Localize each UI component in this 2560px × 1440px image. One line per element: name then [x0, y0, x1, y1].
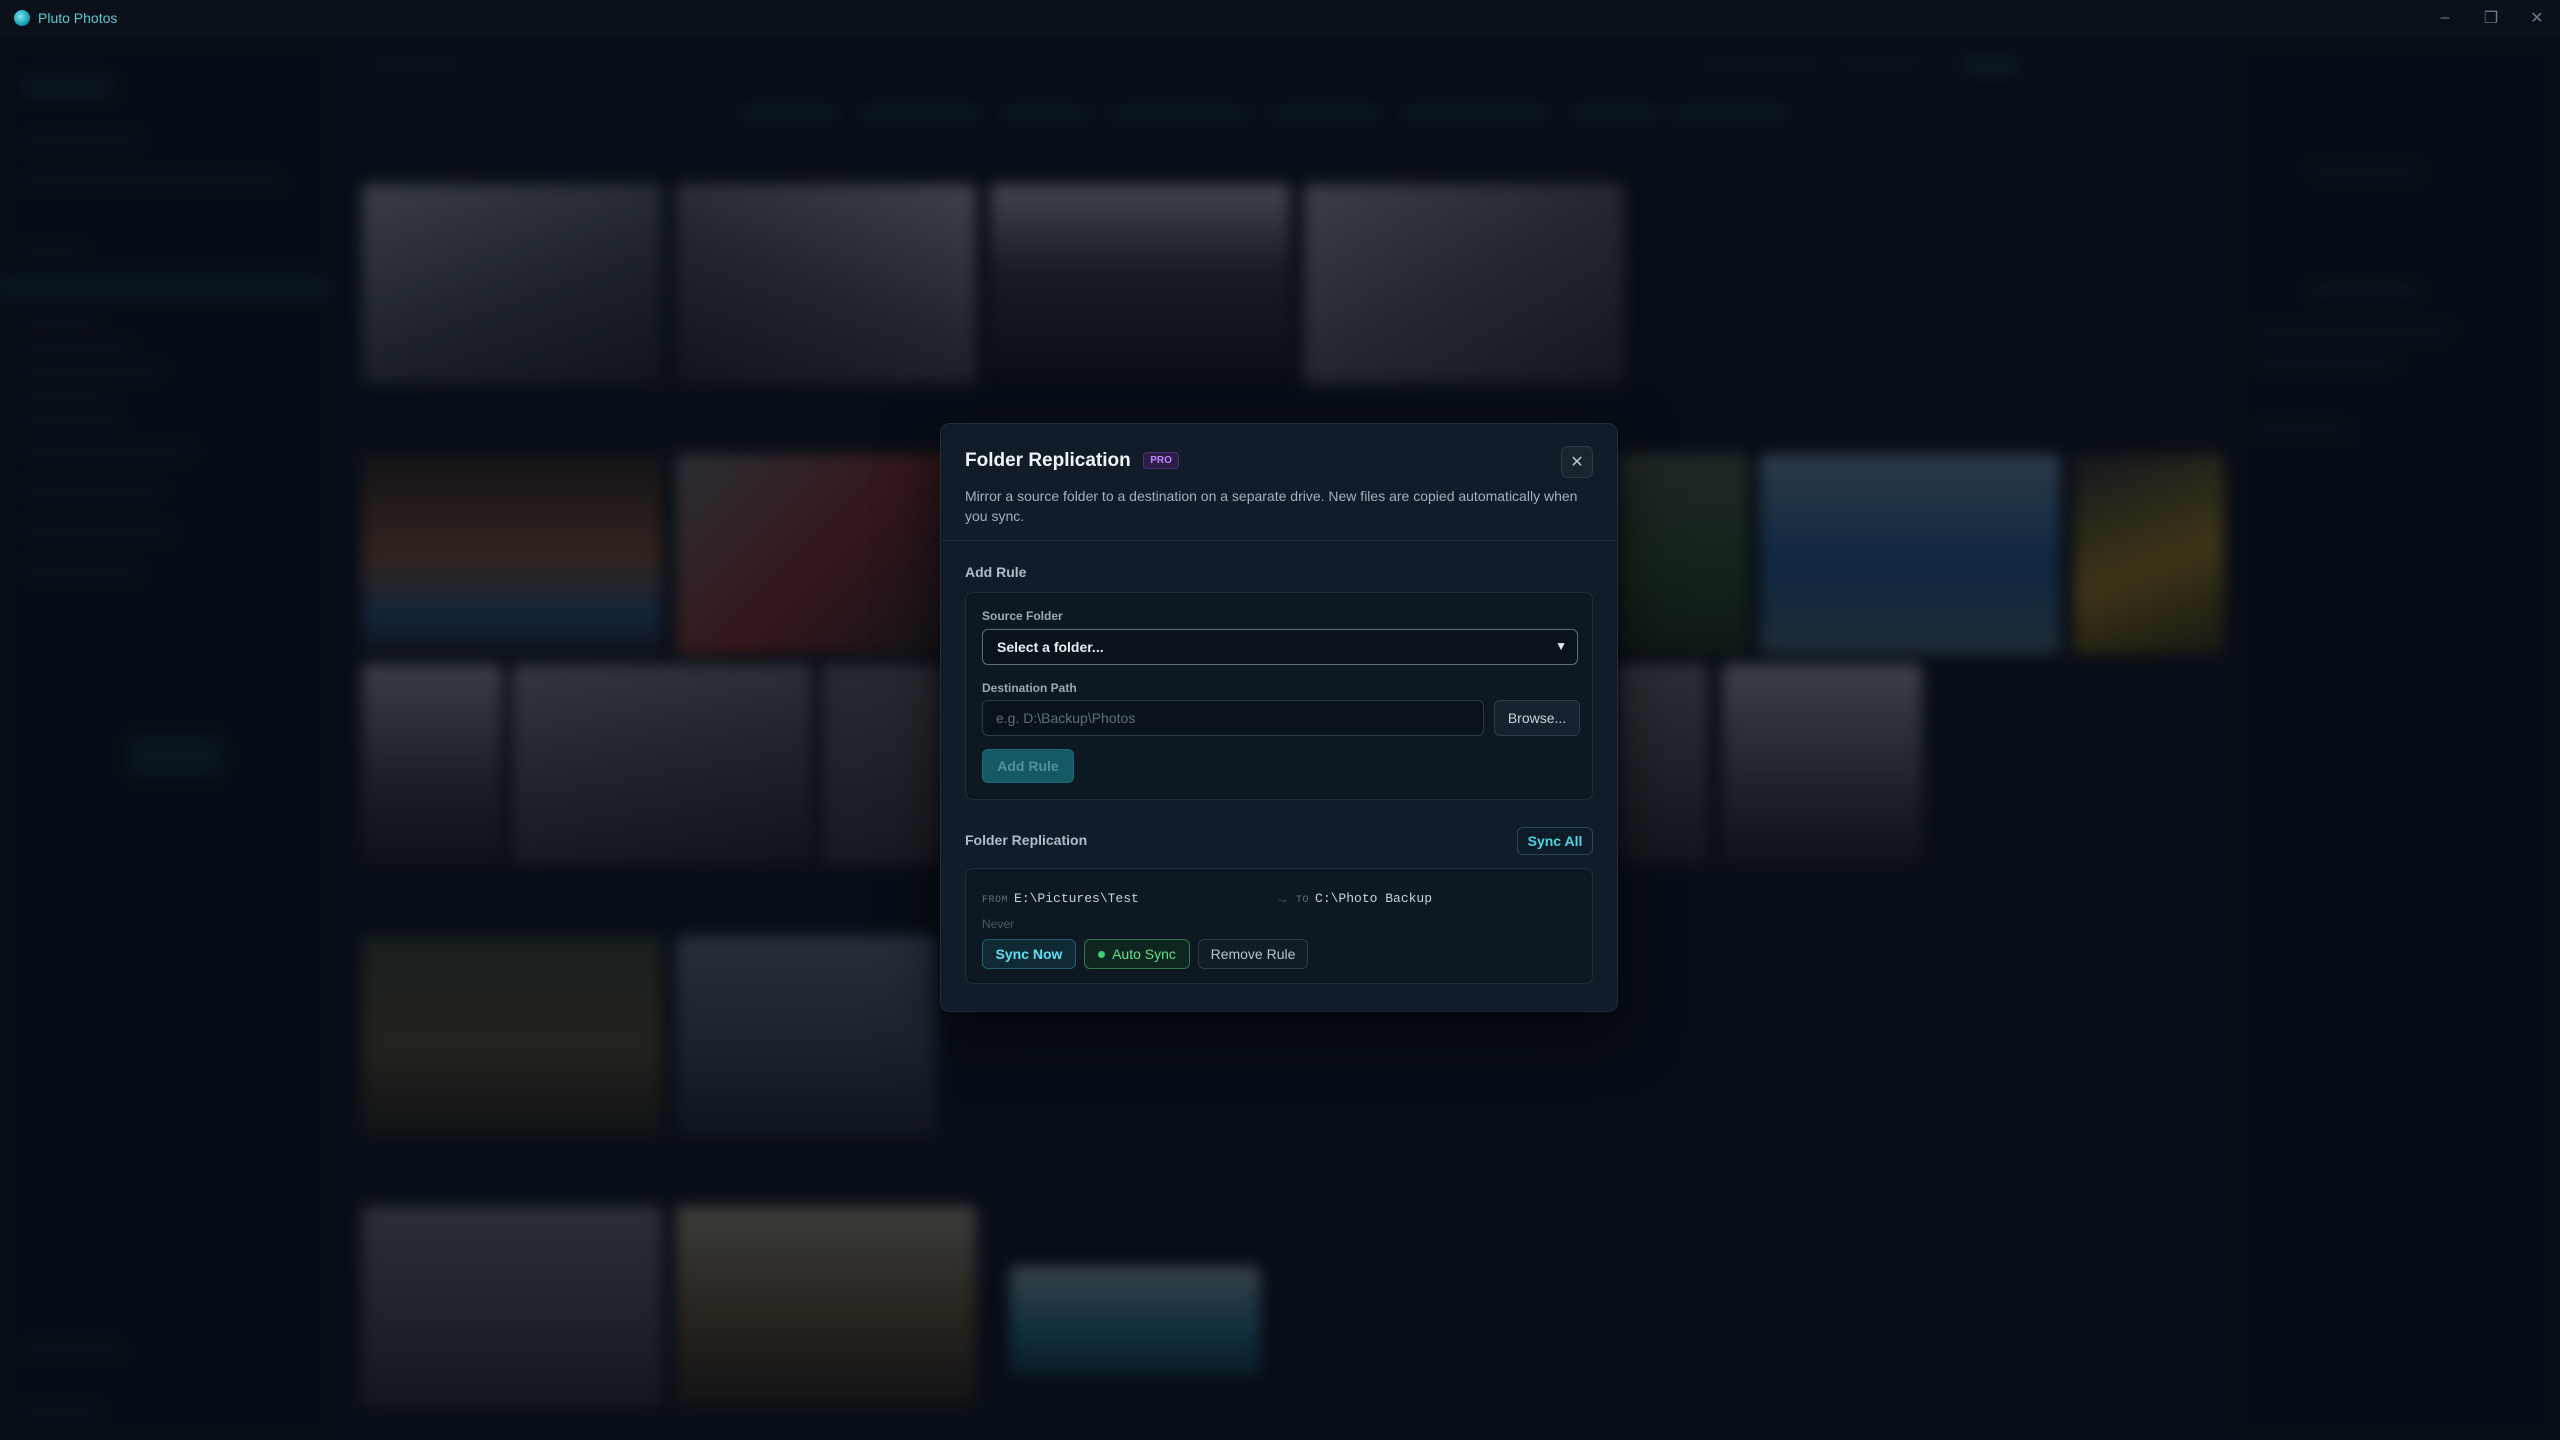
close-icon[interactable]: ✕	[1561, 446, 1593, 478]
rule-source-path: E:\Pictures\Test	[1014, 891, 1139, 906]
status-dot-icon	[1098, 950, 1106, 958]
chevron-down-icon: ▼	[1555, 639, 1567, 653]
from-key: FROM	[982, 895, 1009, 906]
sync-all-button[interactable]: Sync All	[1517, 827, 1593, 855]
rule-destination: TO C:\Photo Backup	[1296, 891, 1432, 906]
app-title: Pluto Photos	[38, 10, 118, 26]
remove-rule-button[interactable]: Remove Rule	[1198, 939, 1308, 969]
dialog-description: Mirror a source folder to a destination …	[965, 488, 1578, 524]
window-close-button[interactable]: ✕	[2514, 0, 2560, 36]
to-key: TO	[1296, 895, 1310, 906]
dialog-header: Folder Replication PRO	[965, 450, 1593, 472]
auto-sync-label: Auto Sync	[1112, 946, 1176, 962]
add-rule-heading: Add Rule	[965, 564, 1027, 580]
divider	[941, 540, 1617, 541]
source-folder-value: Select a folder...	[997, 639, 1104, 655]
title-bar: Pluto Photos – ❐ ✕	[0, 0, 2560, 37]
replication-rule-card: FROM E:\Pictures\Test → TO C:\Photo Backup…	[965, 868, 1593, 984]
source-folder-select[interactable]: Select a folder... ▼	[982, 629, 1578, 665]
rule-destination-path: C:\Photo Backup	[1315, 891, 1433, 906]
source-folder-label: Source Folder	[982, 609, 1063, 623]
browse-button[interactable]: Browse...	[1494, 700, 1580, 736]
maximize-button[interactable]: ❐	[2468, 0, 2514, 36]
app-logo-icon	[14, 10, 30, 26]
destination-path-label: Destination Path	[982, 681, 1077, 695]
add-rule-button[interactable]: Add Rule	[982, 749, 1074, 783]
rule-source: FROM E:\Pictures\Test	[982, 891, 1139, 906]
add-rule-form: Source Folder Select a folder... ▼ Desti…	[965, 592, 1593, 800]
folder-replication-dialog: Folder Replication PRO ✕ Mirror a source…	[940, 423, 1618, 1012]
destination-path-input[interactable]: e.g. D:\Backup\Photos	[982, 700, 1484, 736]
pro-badge: PRO	[1143, 452, 1179, 469]
dialog-title: Folder Replication	[965, 450, 1131, 471]
sync-now-button[interactable]: Sync Now	[982, 939, 1076, 969]
arrow-right-icon: →	[1276, 891, 1289, 906]
minimize-button[interactable]: –	[2422, 0, 2468, 36]
last-sync-status: Never	[982, 917, 1015, 931]
folder-replication-heading: Folder Replication	[965, 832, 1088, 848]
auto-sync-toggle[interactable]: Auto Sync	[1084, 939, 1190, 969]
